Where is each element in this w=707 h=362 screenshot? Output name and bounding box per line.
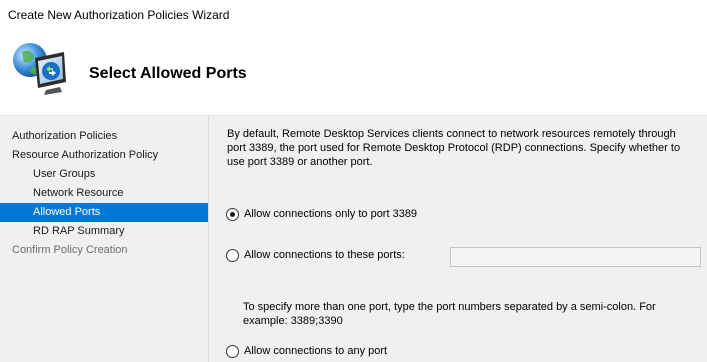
- option-any-port-label[interactable]: Allow connections to any port: [244, 345, 387, 357]
- wizard-content: By default, Remote Desktop Services clie…: [209, 116, 707, 362]
- ports-input[interactable]: [450, 247, 701, 267]
- description-text: By default, Remote Desktop Services clie…: [227, 128, 681, 168]
- radio-these-ports[interactable]: [226, 249, 239, 262]
- nav-item-allowed-ports[interactable]: Allowed Ports: [0, 203, 208, 222]
- option-port-3389-label[interactable]: Allow connections only to port 3389: [244, 208, 417, 220]
- radio-selected-dot: [230, 212, 235, 217]
- radio-port-3389[interactable]: [226, 208, 239, 221]
- title-bar: Create New Authorization Policies Wizard: [0, 0, 707, 30]
- wizard-steps-nav: Authorization Policies Resource Authoriz…: [0, 116, 209, 362]
- nav-item-network-resource[interactable]: Network Resource: [0, 184, 208, 203]
- nav-item-rd-rap-summary[interactable]: RD RAP Summary: [0, 222, 208, 241]
- wizard-header: Select Allowed Ports: [0, 30, 707, 116]
- remote-desktop-icon: [13, 43, 66, 95]
- nav-item-authorization-policies[interactable]: Authorization Policies: [0, 127, 208, 146]
- window-title: Create New Authorization Policies Wizard: [8, 8, 230, 22]
- radio-any-port[interactable]: [226, 345, 239, 358]
- nav-item-user-groups[interactable]: User Groups: [0, 165, 208, 184]
- ports-hint-text: To specify more than one port, type the …: [243, 301, 656, 327]
- option-these-ports-label[interactable]: Allow connections to these ports:: [244, 249, 405, 261]
- nav-item-confirm-policy-creation: Confirm Policy Creation: [12, 244, 128, 256]
- nav-item-resource-authorization-policy[interactable]: Resource Authorization Policy: [0, 146, 208, 165]
- page-title: Select Allowed Ports: [89, 65, 247, 82]
